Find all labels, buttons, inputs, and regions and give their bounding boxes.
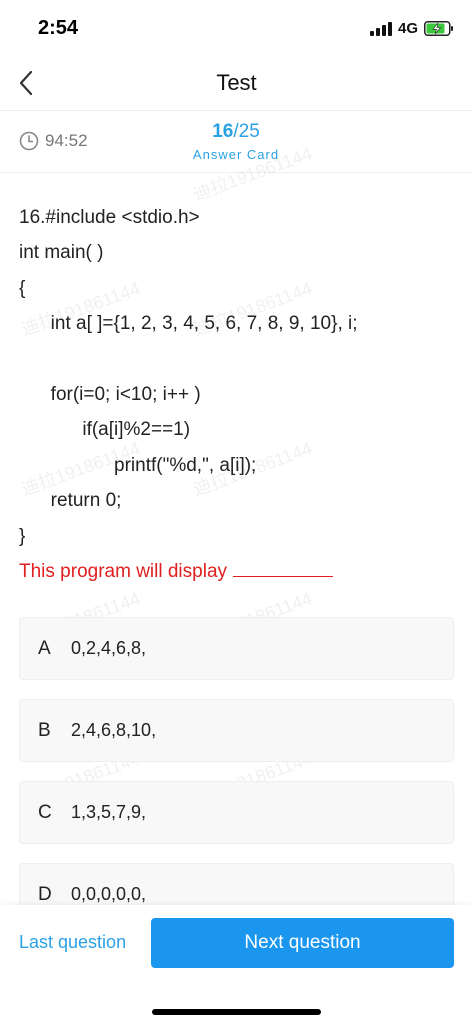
question-progress: 16/25: [170, 121, 302, 143]
clock-icon: [19, 131, 39, 151]
option-letter: D: [38, 883, 52, 905]
answer-card-label: Answer Card: [192, 147, 280, 162]
option-letter: B: [38, 719, 51, 741]
code-line: for(i=0; i<10; i++ ): [19, 383, 201, 405]
option-letter: C: [38, 801, 52, 823]
timer: 94:52: [19, 131, 88, 151]
timer-text: 94:52: [45, 131, 88, 150]
total-questions: 25: [238, 121, 260, 142]
test-page: 2:54 4G Test 94:52 16/25 Answer Card 迪拉1…: [0, 0, 473, 1024]
battery-charging-icon: [424, 21, 453, 36]
option-text: 1,3,5,7,9,: [71, 802, 147, 822]
question-prompt: This program will display: [19, 557, 334, 583]
next-question-button[interactable]: Next question: [151, 918, 454, 968]
option-text: 0,0,0,0,0,: [71, 884, 147, 904]
network-label: 4G: [398, 20, 419, 37]
code-line: }: [19, 525, 26, 547]
code-line: return 0;: [19, 490, 122, 512]
page-title: Test: [216, 70, 257, 95]
current-question-number: 16: [212, 121, 234, 142]
status-bar: 2:54 4G: [0, 0, 473, 56]
code-line: 16.#include <stdio.h>: [19, 207, 200, 228]
option-b[interactable]: B 2,4,6,8,10,: [19, 699, 454, 762]
bottom-bar: Last question Next question: [0, 905, 473, 1024]
question-text: 16.#include <stdio.h> int main( ) { int …: [19, 200, 459, 554]
answer-blank: [233, 557, 334, 577]
home-indicator[interactable]: [152, 1009, 321, 1015]
nav-bar: Test: [0, 56, 473, 111]
answer-card-button[interactable]: 16/25 Answer Card: [170, 121, 302, 162]
option-text: 2,4,6,8,10,: [71, 720, 157, 740]
status-time: 2:54: [38, 17, 79, 39]
code-line: if(a[i]%2==1): [19, 419, 191, 441]
prompt-text: This program will display: [19, 561, 228, 582]
option-letter: A: [38, 637, 51, 659]
code-line: int a[ ]={1, 2, 3, 4, 5, 6, 7, 8, 9, 10}…: [19, 313, 358, 335]
code-line: printf("%d,", a[i]);: [19, 454, 257, 476]
info-bar: 94:52 16/25 Answer Card: [0, 111, 473, 173]
option-text: 0,2,4,6,8,: [71, 638, 147, 658]
last-question-button[interactable]: Last question: [19, 932, 126, 953]
code-line: {: [19, 277, 26, 299]
option-c[interactable]: C 1,3,5,7,9,: [19, 781, 454, 844]
code-line: int main( ): [19, 242, 104, 264]
option-a[interactable]: A 0,2,4,6,8,: [19, 617, 454, 680]
signal-icon: [370, 22, 392, 36]
